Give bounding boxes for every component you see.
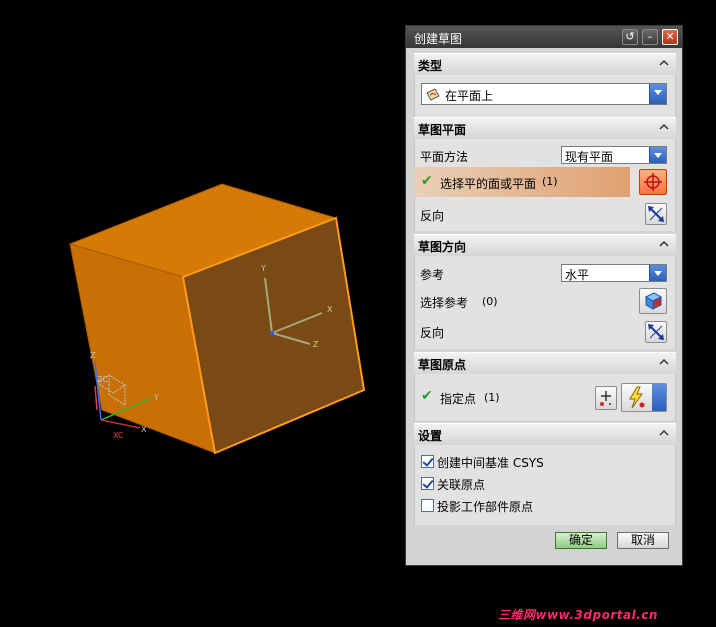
select-reference-label: 选择参考 (420, 296, 469, 310)
reference-label: 参考 (420, 268, 445, 282)
section-settings-title: 设置 (418, 429, 443, 443)
dropdown-arrow-icon[interactable] (649, 265, 666, 281)
face-axis-y-label: Y (260, 264, 266, 273)
sketch-on-plane-icon (426, 88, 440, 101)
dropdown-arrow-icon[interactable] (652, 384, 666, 411)
section-sketch-orientation-title: 草图方向 (418, 240, 467, 254)
check-icon: ✔ (421, 388, 433, 404)
section-settings-header[interactable]: 设置 (414, 423, 676, 446)
select-face-count: (1) (542, 175, 558, 188)
face-axis-z-label: Z (313, 340, 319, 349)
dropdown-arrow-icon[interactable] (649, 147, 666, 163)
axis-xc-label: XC (113, 431, 124, 440)
type-select[interactable]: 在平面上 (421, 83, 667, 105)
reverse-direction-icon (648, 324, 664, 340)
reverse-direction-button[interactable] (645, 203, 667, 225)
orientation-reverse-label: 反向 (420, 326, 445, 340)
axis-z-label: Z (90, 351, 96, 360)
crosshair-icon (644, 173, 662, 191)
select-reference-count: (0) (482, 295, 498, 308)
dropdown-arrow-icon[interactable] (649, 84, 666, 104)
section-sketch-origin-title: 草图原点 (418, 358, 467, 372)
chevron-up-icon[interactable] (658, 238, 670, 250)
inferred-point-icon (629, 386, 645, 409)
cancel-button[interactable]: 取消 (617, 532, 669, 549)
cube-reference-icon (644, 292, 663, 310)
check-icon: ✔ (421, 173, 433, 189)
section-type-body: 在平面上 (414, 75, 676, 117)
reverse-orientation-button[interactable] (645, 321, 667, 343)
create-intermediate-csys-label: 创建中间基准 CSYS (437, 456, 544, 470)
create-intermediate-csys-checkbox[interactable] (421, 455, 434, 468)
axis-x-label: X (141, 425, 147, 434)
point-type-select[interactable] (621, 383, 667, 412)
chevron-up-icon[interactable] (658, 427, 670, 439)
specify-point-label: 指定点 (440, 392, 477, 406)
chevron-up-icon[interactable] (658, 121, 670, 133)
chevron-up-icon[interactable] (658, 57, 670, 69)
section-sketch-origin-header[interactable]: 草图原点 (414, 352, 676, 375)
associative-origin-label: 关联原点 (437, 478, 486, 492)
plane-method-value: 现有平面 (565, 150, 614, 164)
reset-icon[interactable]: ↺ (622, 29, 638, 45)
face-axis-x-label: X (327, 305, 333, 314)
project-work-part-origin-checkbox[interactable] (421, 499, 434, 512)
section-sketch-plane-title: 草图平面 (418, 123, 467, 137)
create-sketch-dialog: 创建草图 ↺ – ✕ 类型 在平面上 草图平面 平面方法 现有平面 ✔ 选择平的… (405, 25, 683, 566)
axis-zc-label: ZC (97, 375, 108, 384)
select-planar-face-row[interactable]: ✔ 选择平的面或平面 (1) (414, 167, 630, 197)
point-dialog-button[interactable] (595, 386, 617, 410)
reference-select[interactable]: 水平 (561, 264, 667, 282)
select-reference-button[interactable] (639, 288, 667, 314)
reverse-direction-icon (648, 206, 664, 222)
section-type-header[interactable]: 类型 (414, 53, 676, 76)
plane-method-select[interactable]: 现有平面 (561, 146, 667, 164)
plane-target-button[interactable] (639, 169, 667, 195)
watermark-text: 三维网www.3dportal.cn (498, 608, 658, 622)
minimize-icon[interactable]: – (642, 29, 658, 45)
point-constructor-icon (600, 391, 611, 406)
reference-value: 水平 (565, 268, 590, 282)
specify-point-count: (1) (484, 391, 500, 404)
close-icon[interactable]: ✕ (662, 29, 678, 45)
type-value: 在平面上 (445, 89, 494, 103)
chevron-up-icon[interactable] (658, 356, 670, 368)
dialog-titlebar[interactable]: 创建草图 ↺ – ✕ (406, 26, 682, 48)
ok-button[interactable]: 确定 (555, 532, 607, 549)
axis-y-label: Y (153, 393, 159, 402)
dialog-title: 创建草图 (414, 32, 463, 46)
select-face-label: 选择平的面或平面 (440, 177, 537, 191)
plane-method-label: 平面方法 (420, 150, 469, 164)
associative-origin-checkbox[interactable] (421, 477, 434, 490)
project-work-part-origin-label: 投影工作部件原点 (437, 500, 534, 514)
section-type-title: 类型 (418, 59, 443, 73)
section-sketch-plane-header[interactable]: 草图平面 (414, 117, 676, 140)
section-sketch-orientation-header[interactable]: 草图方向 (414, 234, 676, 257)
plane-reverse-label: 反向 (420, 209, 445, 223)
